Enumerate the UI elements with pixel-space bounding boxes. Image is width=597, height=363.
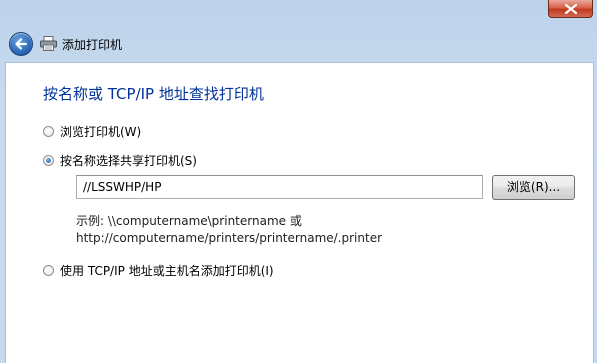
radio-select-shared-printer[interactable]: 按名称选择共享打印机(S)	[43, 152, 197, 169]
example-line-2: http://computername/printers/printername…	[76, 231, 383, 245]
window-close-button[interactable]	[548, 0, 593, 18]
content-panel: 按名称或 TCP/IP 地址查找打印机 浏览打印机(W) 按名称选择共享打印机(…	[5, 62, 594, 363]
printer-path-input[interactable]	[76, 175, 483, 199]
navigation-bar: 添加打印机	[0, 26, 597, 62]
radio-button[interactable]	[43, 126, 54, 137]
printer-icon	[40, 36, 57, 51]
example-text: 示例: \\computername\printername 或 http://…	[76, 213, 382, 247]
browse-button[interactable]: 浏览(R)...	[492, 175, 575, 200]
close-icon	[565, 4, 577, 14]
radio-label: 按名称选择共享打印机(S)	[60, 154, 197, 168]
radio-browse-printer[interactable]: 浏览打印机(W)	[43, 123, 141, 140]
page-heading: 按名称或 TCP/IP 地址查找打印机	[43, 85, 264, 103]
back-arrow-icon	[15, 38, 28, 50]
radio-button[interactable]	[43, 265, 54, 276]
radio-button-selected[interactable]	[43, 155, 54, 166]
example-line-1: 示例: \\computername\printername 或	[76, 214, 302, 228]
radio-label: 浏览打印机(W)	[60, 125, 142, 139]
radio-label: 使用 TCP/IP 地址或主机名添加打印机(I)	[60, 264, 274, 278]
radio-tcpip-add-printer[interactable]: 使用 TCP/IP 地址或主机名添加打印机(I)	[43, 262, 274, 279]
window-title: 添加打印机	[62, 38, 123, 52]
back-button[interactable]	[9, 32, 33, 56]
